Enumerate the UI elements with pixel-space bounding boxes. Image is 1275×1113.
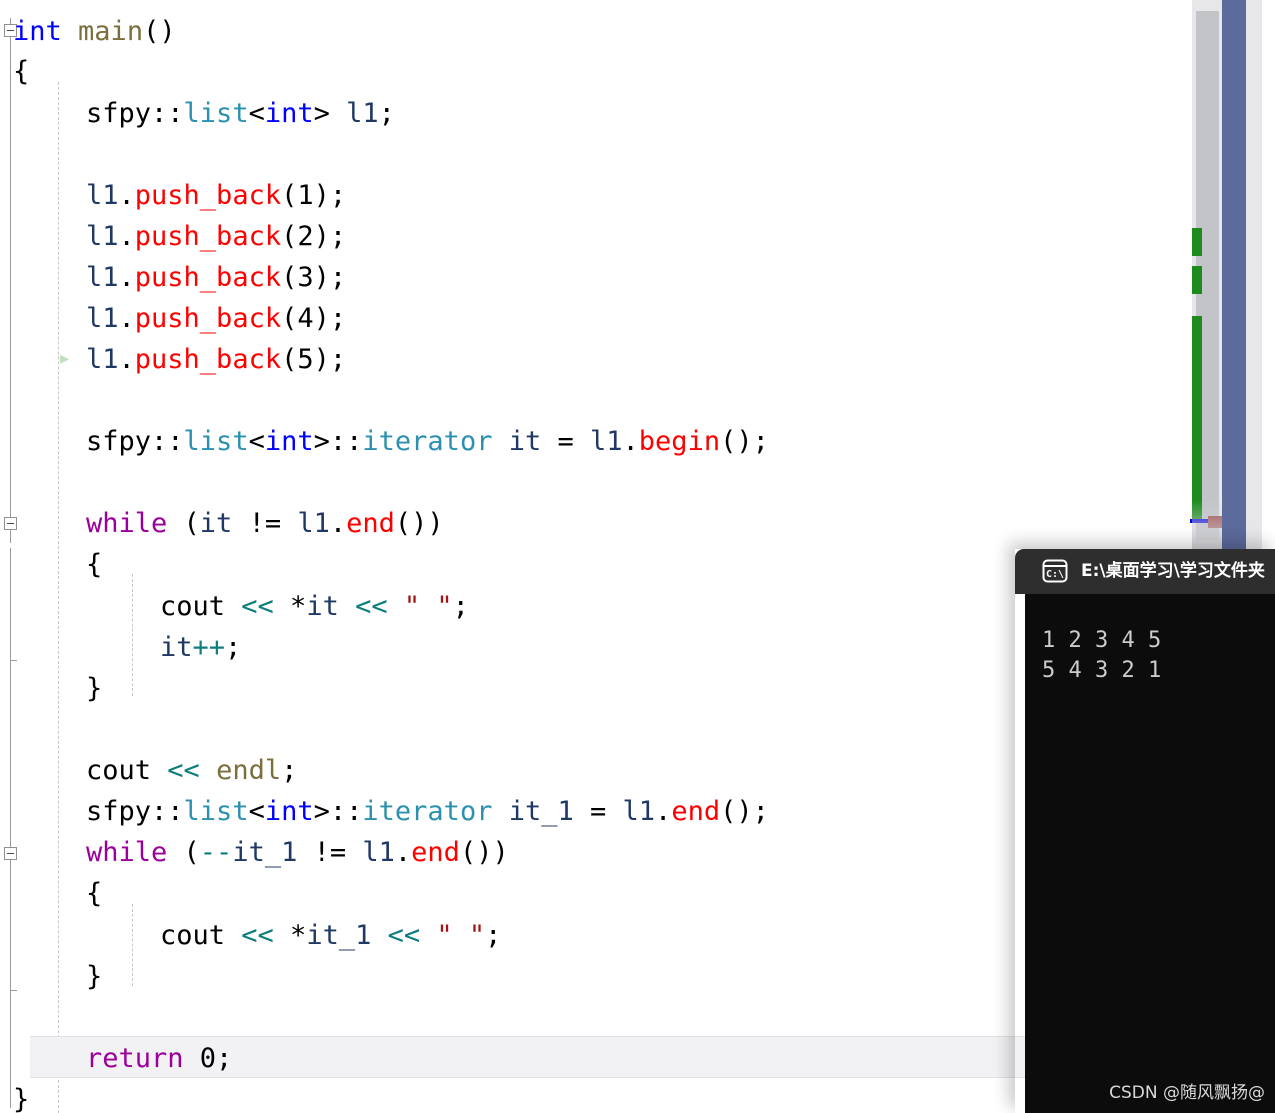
svg-text:C:\: C:\ [1046, 569, 1064, 580]
code-line-5: l1.push_back(1); [86, 180, 347, 211]
accent-bar [1222, 0, 1246, 551]
code-line-13: while (it != l1.end()) [86, 508, 444, 539]
code-line-6: l1.push_back(2); [86, 221, 347, 252]
console-title-text: E:\桌面学习\学习文件夹 [1081, 561, 1265, 581]
code-editor[interactable]: ▸ int main() { sfpy::list<int> l1; l1.pu… [0, 0, 1192, 1113]
code-line-24: } [86, 961, 103, 992]
editor-right-edge [1262, 0, 1275, 551]
code-line-27: } [13, 1084, 30, 1113]
change-marker [1192, 266, 1202, 294]
console-output-text: 1 2 3 4 5 5 4 3 2 1 [1042, 628, 1162, 683]
code-line-16: it++; [160, 632, 242, 663]
code-line-20: sfpy::list<int>::iterator it_1 = l1.end(… [86, 796, 769, 827]
console-window[interactable]: C:\ E:\桌面学习\学习文件夹 1 2 3 4 5 5 4 3 2 1 CS… [1015, 549, 1275, 1113]
editor-scrollbar[interactable] [1190, 0, 1275, 551]
code-line-23: cout << *it_1 << " "; [160, 920, 502, 951]
scrollbar-margin [1246, 0, 1262, 551]
csdn-watermark: CSDN @随风飘扬@ [1109, 1083, 1265, 1103]
code-line-21: while (--it_1 != l1.end()) [86, 837, 509, 868]
code-line-22: { [86, 878, 103, 909]
code-line-19: cout << endl; [86, 755, 298, 786]
scrollbar-track[interactable] [1190, 0, 1262, 551]
console-output-area[interactable]: 1 2 3 4 5 5 4 3 2 1 CSDN @随风飘扬@ [1025, 594, 1275, 1113]
caret-position-box [1208, 516, 1222, 528]
code-line-14: { [86, 549, 103, 580]
change-marker [1192, 228, 1202, 256]
code-line-8: l1.push_back(4); [86, 303, 347, 334]
code-line-7: l1.push_back(3); [86, 262, 347, 293]
code-line-26: return 0; [86, 1043, 233, 1074]
code-line-11: sfpy::list<int>::iterator it = l1.begin(… [86, 426, 769, 457]
cmd-icon: C:\ [1042, 559, 1068, 583]
code-line-9: l1.push_back(5); [86, 344, 347, 375]
code-line-15: cout << *it << " "; [160, 591, 469, 622]
change-marker [1192, 316, 1202, 519]
code-line-17: } [86, 673, 103, 704]
code-line-3: sfpy::list<int> l1; [86, 98, 395, 129]
code-text[interactable]: int main() { sfpy::list<int> l1; l1.push… [0, 0, 1192, 1113]
console-titlebar[interactable]: C:\ E:\桌面学习\学习文件夹 [1015, 549, 1275, 594]
code-line-2: { [13, 56, 30, 87]
code-line-1: int main() [13, 16, 176, 47]
